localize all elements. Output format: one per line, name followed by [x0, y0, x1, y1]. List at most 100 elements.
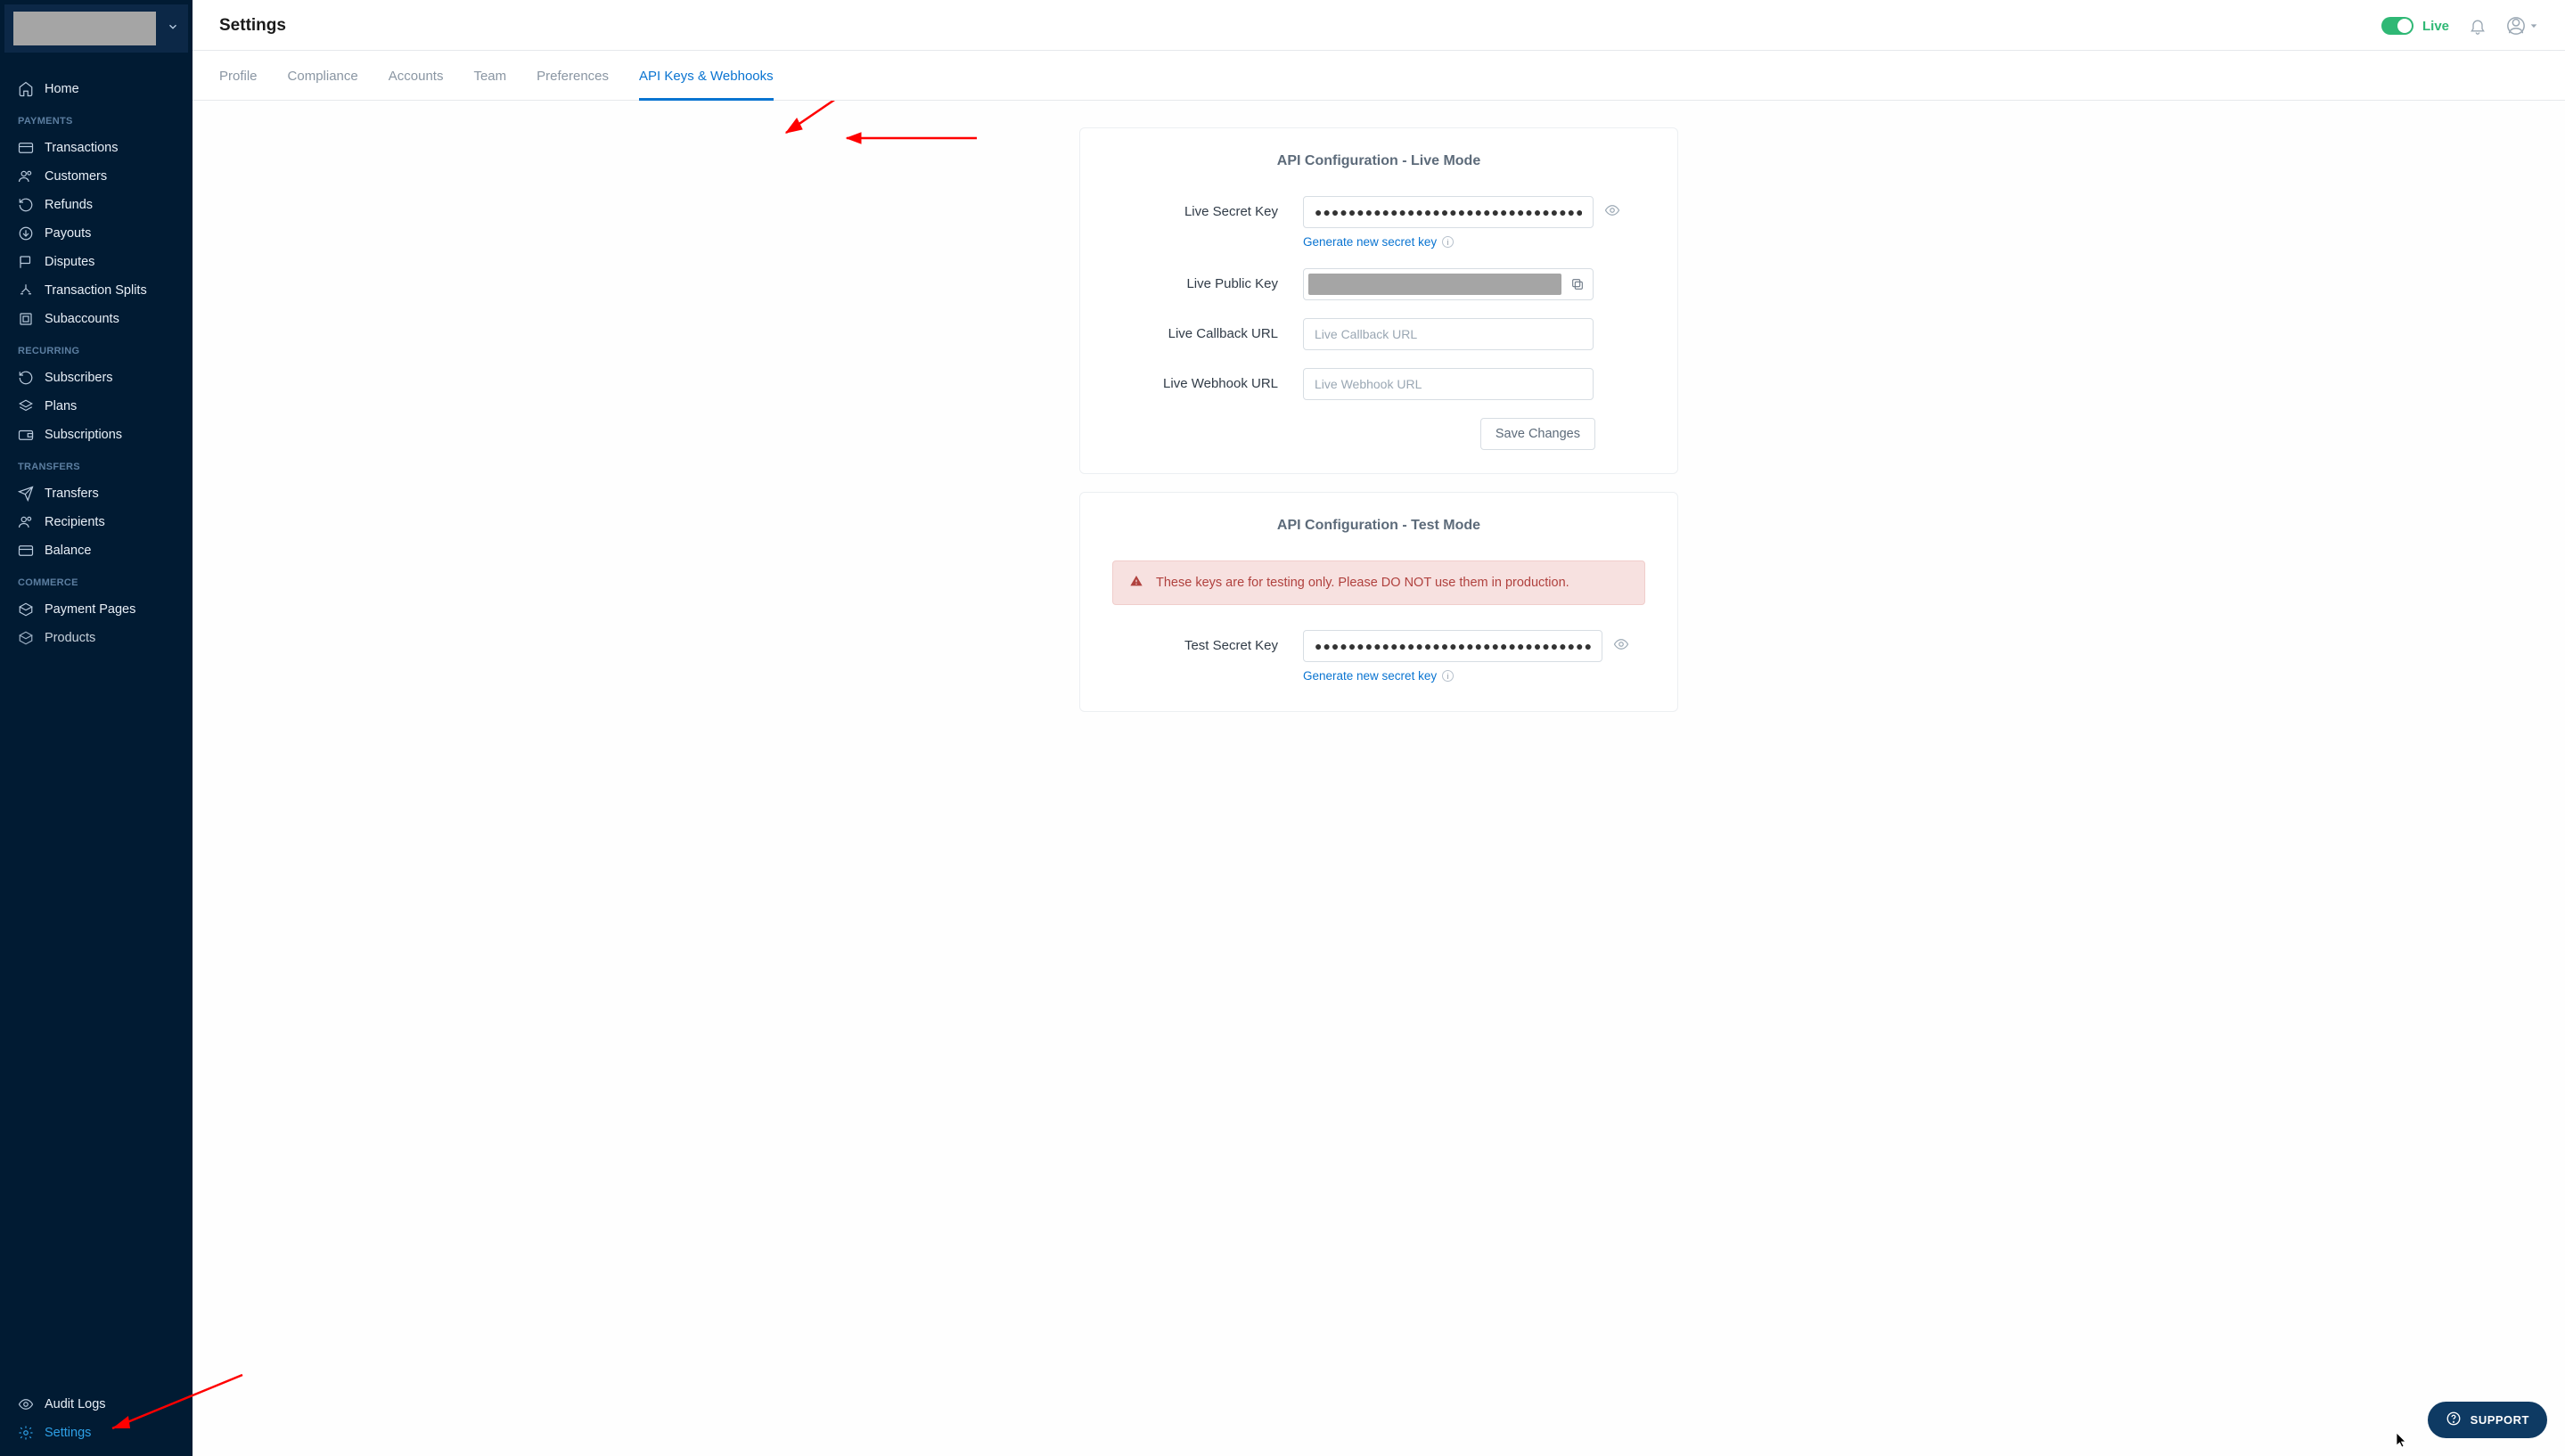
live-public-label: Live Public Key	[1109, 268, 1303, 291]
live-secret-label: Live Secret Key	[1109, 196, 1303, 219]
nav-payment-pages[interactable]: Payment Pages	[0, 595, 193, 624]
send-icon	[18, 486, 34, 502]
generate-test-secret-link[interactable]: Generate new secret keyi	[1303, 669, 1454, 683]
annotation-arrow-1	[770, 101, 913, 150]
section-title-payments: PAYMENTS	[0, 103, 193, 134]
nav-customers[interactable]: Customers	[0, 162, 193, 191]
nav-balance[interactable]: Balance	[0, 536, 193, 565]
nav-label: Audit Logs	[45, 1397, 106, 1411]
mode-toggle[interactable]	[2381, 17, 2413, 35]
public-key-redacted	[1308, 274, 1561, 295]
nav-label: Home	[45, 82, 79, 96]
business-logo-placeholder	[13, 12, 156, 45]
nav-label: Recipients	[45, 515, 105, 529]
nav-products[interactable]: Products	[0, 624, 193, 652]
users-icon	[18, 514, 34, 530]
nav-label: Transactions	[45, 141, 118, 155]
nav-bottom: Audit Logs Settings	[0, 1390, 193, 1456]
info-icon: i	[1442, 236, 1454, 248]
test-warning-banner: These keys are for testing only. Please …	[1112, 560, 1645, 605]
nav-settings[interactable]: Settings	[0, 1419, 193, 1447]
nav-label: Payouts	[45, 226, 91, 241]
section-title-recurring: RECURRING	[0, 333, 193, 364]
test-secret-label: Test Secret Key	[1109, 630, 1303, 653]
nav-subaccounts[interactable]: Subaccounts	[0, 305, 193, 333]
live-public-key-box	[1303, 268, 1594, 300]
support-button[interactable]: SUPPORT	[2428, 1402, 2547, 1438]
bell-icon[interactable]	[2469, 17, 2487, 35]
nav-label: Plans	[45, 399, 77, 413]
eye-icon[interactable]	[1604, 202, 1620, 223]
tab-api-keys-webhooks[interactable]: API Keys & Webhooks	[639, 51, 774, 100]
tab-profile[interactable]: Profile	[219, 51, 258, 100]
live-callback-label: Live Callback URL	[1109, 318, 1303, 341]
home-icon	[18, 81, 34, 97]
tab-preferences[interactable]: Preferences	[537, 51, 609, 100]
generate-secret-link[interactable]: Generate new secret keyi	[1303, 235, 1454, 249]
refresh-icon	[18, 370, 34, 386]
card-icon	[18, 543, 34, 559]
nav-label: Balance	[45, 544, 91, 558]
nav-label: Subscribers	[45, 371, 113, 385]
nav-label: Transaction Splits	[45, 283, 147, 298]
business-switcher[interactable]	[4, 4, 188, 53]
nav-payouts[interactable]: Payouts	[0, 219, 193, 248]
chevron-down-icon	[167, 20, 179, 37]
nav-label: Disputes	[45, 255, 94, 269]
nav-home[interactable]: Home	[0, 75, 193, 103]
split-icon	[18, 282, 34, 299]
nav-label: Subscriptions	[45, 428, 122, 442]
nav-subscriptions[interactable]: Subscriptions	[0, 421, 193, 449]
live-card-title: API Configuration - Live Mode	[1109, 153, 1649, 169]
test-secret-input[interactable]	[1303, 630, 1602, 662]
live-webhook-label: Live Webhook URL	[1109, 368, 1303, 391]
live-webhook-input[interactable]	[1303, 368, 1594, 400]
copy-icon[interactable]	[1567, 277, 1588, 291]
nav-disputes[interactable]: Disputes	[0, 248, 193, 276]
payout-icon	[18, 225, 34, 241]
card-icon	[18, 140, 34, 156]
nav-subscribers[interactable]: Subscribers	[0, 364, 193, 392]
nav-transaction-splits[interactable]: Transaction Splits	[0, 276, 193, 305]
refund-icon	[18, 197, 34, 213]
save-changes-button[interactable]: Save Changes	[1480, 418, 1595, 450]
nav-label: Customers	[45, 169, 107, 184]
wallet-icon	[18, 427, 34, 443]
tab-team[interactable]: Team	[473, 51, 506, 100]
users-icon	[18, 168, 34, 184]
gear-icon	[18, 1425, 34, 1441]
sidebar: Home PAYMENTS Transactions Customers Ref…	[0, 0, 193, 1456]
warning-icon	[1129, 574, 1143, 592]
content-area: API Configuration - Live Mode Live Secre…	[193, 101, 2565, 1456]
nav-refunds[interactable]: Refunds	[0, 191, 193, 219]
subaccount-icon	[18, 311, 34, 327]
tab-accounts[interactable]: Accounts	[389, 51, 444, 100]
nav-label: Payment Pages	[45, 602, 135, 617]
flag-icon	[18, 254, 34, 270]
live-secret-input[interactable]	[1303, 196, 1594, 228]
nav-transfers[interactable]: Transfers	[0, 479, 193, 508]
live-api-card: API Configuration - Live Mode Live Secre…	[1079, 127, 1678, 474]
section-title-commerce: COMMERCE	[0, 565, 193, 595]
test-api-card: API Configuration - Test Mode These keys…	[1079, 492, 1678, 712]
nav-transactions[interactable]: Transactions	[0, 134, 193, 162]
topbar: Settings Live	[193, 0, 2565, 50]
help-icon	[2446, 1411, 2462, 1429]
nav-plans[interactable]: Plans	[0, 392, 193, 421]
topbar-actions: Live	[2381, 16, 2538, 36]
nav-audit-logs[interactable]: Audit Logs	[0, 1390, 193, 1419]
nav-label: Settings	[45, 1426, 91, 1440]
nav-recipients[interactable]: Recipients	[0, 508, 193, 536]
annotation-arrow-2	[834, 127, 986, 153]
nav-label: Subaccounts	[45, 312, 119, 326]
nav-scroll: Home PAYMENTS Transactions Customers Ref…	[0, 57, 193, 1390]
page-title: Settings	[219, 16, 286, 36]
mode-label: Live	[2422, 19, 2449, 34]
tab-compliance[interactable]: Compliance	[288, 51, 358, 100]
layers-icon	[18, 398, 34, 414]
profile-menu[interactable]	[2506, 16, 2538, 36]
info-icon: i	[1442, 670, 1454, 682]
live-callback-input[interactable]	[1303, 318, 1594, 350]
test-card-title: API Configuration - Test Mode	[1109, 518, 1649, 534]
eye-icon[interactable]	[1613, 636, 1629, 657]
